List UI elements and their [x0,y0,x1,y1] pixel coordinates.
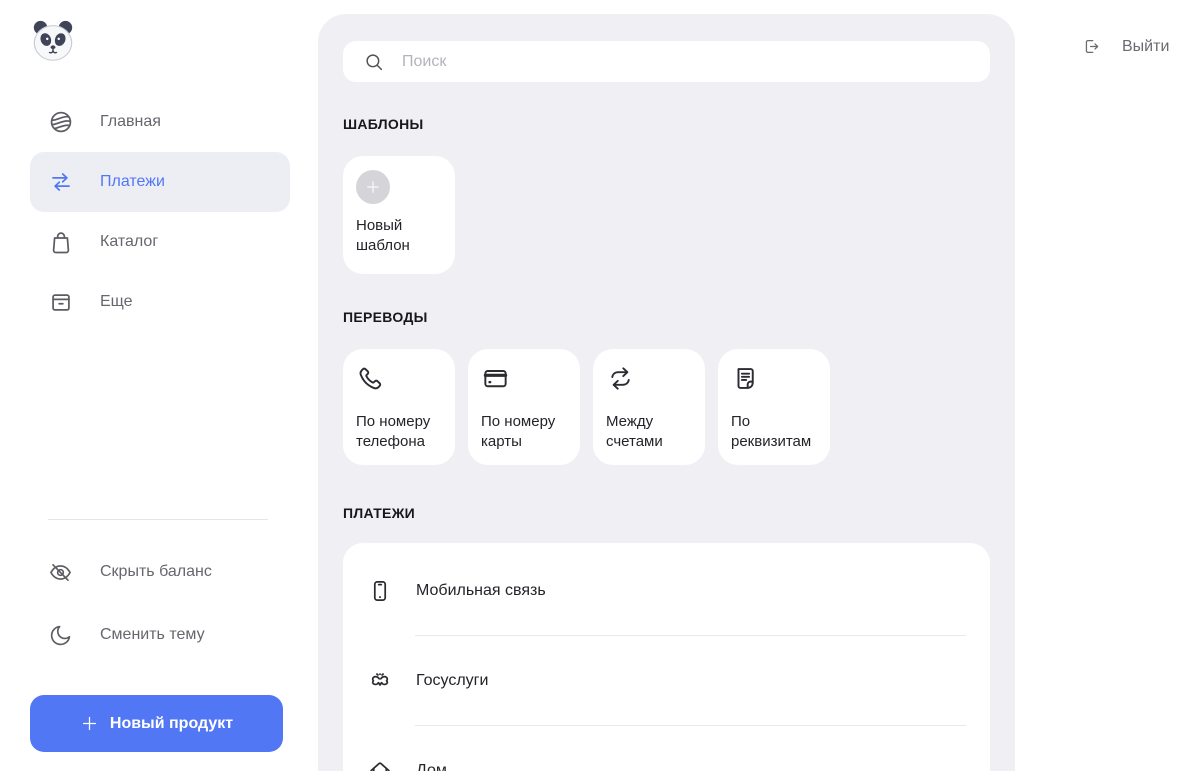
sidebar-item-label: Еще [100,293,133,310]
change-theme-item[interactable]: Сменить тему [30,611,290,659]
transfer-by-requisites-card[interactable]: По реквизитам [718,349,830,465]
smartphone-icon [367,578,393,604]
logout-label: Выйти [1122,37,1170,55]
gosuslugi-eagle-icon [367,668,393,694]
transfer-card-label: По номеру телефона [356,413,431,450]
between-accounts-icon [606,364,635,393]
transfer-card-label: По реквизитам [731,413,812,450]
box-icon [48,289,74,315]
sidebar-divider [48,519,268,520]
hide-balance-label: Скрыть баланс [100,563,212,580]
payment-item-label: Мобильная связь [416,581,546,599]
requisites-icon [731,364,760,393]
sidebar-item-home[interactable]: Главная [30,92,290,152]
transfer-by-card-card[interactable]: По номеру карты [468,349,580,465]
search-input[interactable] [402,52,974,71]
transfer-card-label: По номеру карты [481,413,556,450]
sidebar-nav: Главная Платежи Каталог Еще [30,92,290,332]
payment-item-label: Дом [416,761,447,771]
logout-button[interactable]: Выйти [1082,37,1169,56]
payment-item-home[interactable]: Дом [343,726,990,771]
transfers-section-title: ПЕРЕВОДЫ [343,309,428,325]
transfers-row: По номеру телефона По номеру карты Между… [343,349,990,465]
sidebar-item-catalog[interactable]: Каталог [30,212,290,272]
shopping-bag-icon [48,229,74,255]
templates-section-title: ШАБЛОНЫ [343,116,424,132]
transfer-between-accounts-card[interactable]: Между счетами [593,349,705,465]
credit-card-icon [481,364,510,393]
new-product-button[interactable]: Новый продукт [30,695,283,752]
eye-off-icon [48,560,73,585]
new-template-card[interactable]: Новый шаблон [343,156,455,274]
hide-balance-item[interactable]: Скрыть баланс [30,548,290,596]
transfer-arrows-icon [48,169,74,195]
payment-item-label: Госуслуги [416,671,489,689]
transfer-by-phone-card[interactable]: По номеру телефона [343,349,455,465]
search-bar[interactable] [343,41,990,82]
payment-item-gosuslugi[interactable]: Госуслуги [343,636,990,725]
main-panel: ШАБЛОНЫ Новый шаблон ПЕРЕВОДЫ По номеру … [318,14,1015,771]
panda-logo-icon[interactable] [30,18,76,64]
sidebar: Главная Платежи Каталог Еще Скрыть балан… [0,0,318,771]
sidebar-item-more[interactable]: Еще [30,272,290,332]
phone-icon [356,364,385,393]
logout-icon [1082,37,1101,56]
payments-section-title: ПЛАТЕЖИ [343,505,416,521]
sidebar-item-label: Главная [100,113,161,130]
change-theme-label: Сменить тему [100,626,205,643]
plus-circle-icon [356,170,390,204]
payment-item-mobile[interactable]: Мобильная связь [343,546,990,635]
new-product-label: Новый продукт [109,714,234,732]
sidebar-item-label: Платежи [100,173,165,190]
home-icon [367,758,393,771]
payments-list-card: Мобильная связь Госуслуги Дом [343,543,990,771]
globe-waves-icon [48,109,74,135]
moon-icon [48,623,73,648]
transfer-card-label: Между счетами [606,413,663,450]
new-template-label: Новый шаблон [356,217,410,254]
search-icon [363,51,385,73]
plus-icon [80,714,99,733]
app-screen: Главная Платежи Каталог Еще Скрыть балан… [0,0,1186,771]
sidebar-item-payments[interactable]: Платежи [30,152,290,212]
sidebar-item-label: Каталог [100,233,159,250]
